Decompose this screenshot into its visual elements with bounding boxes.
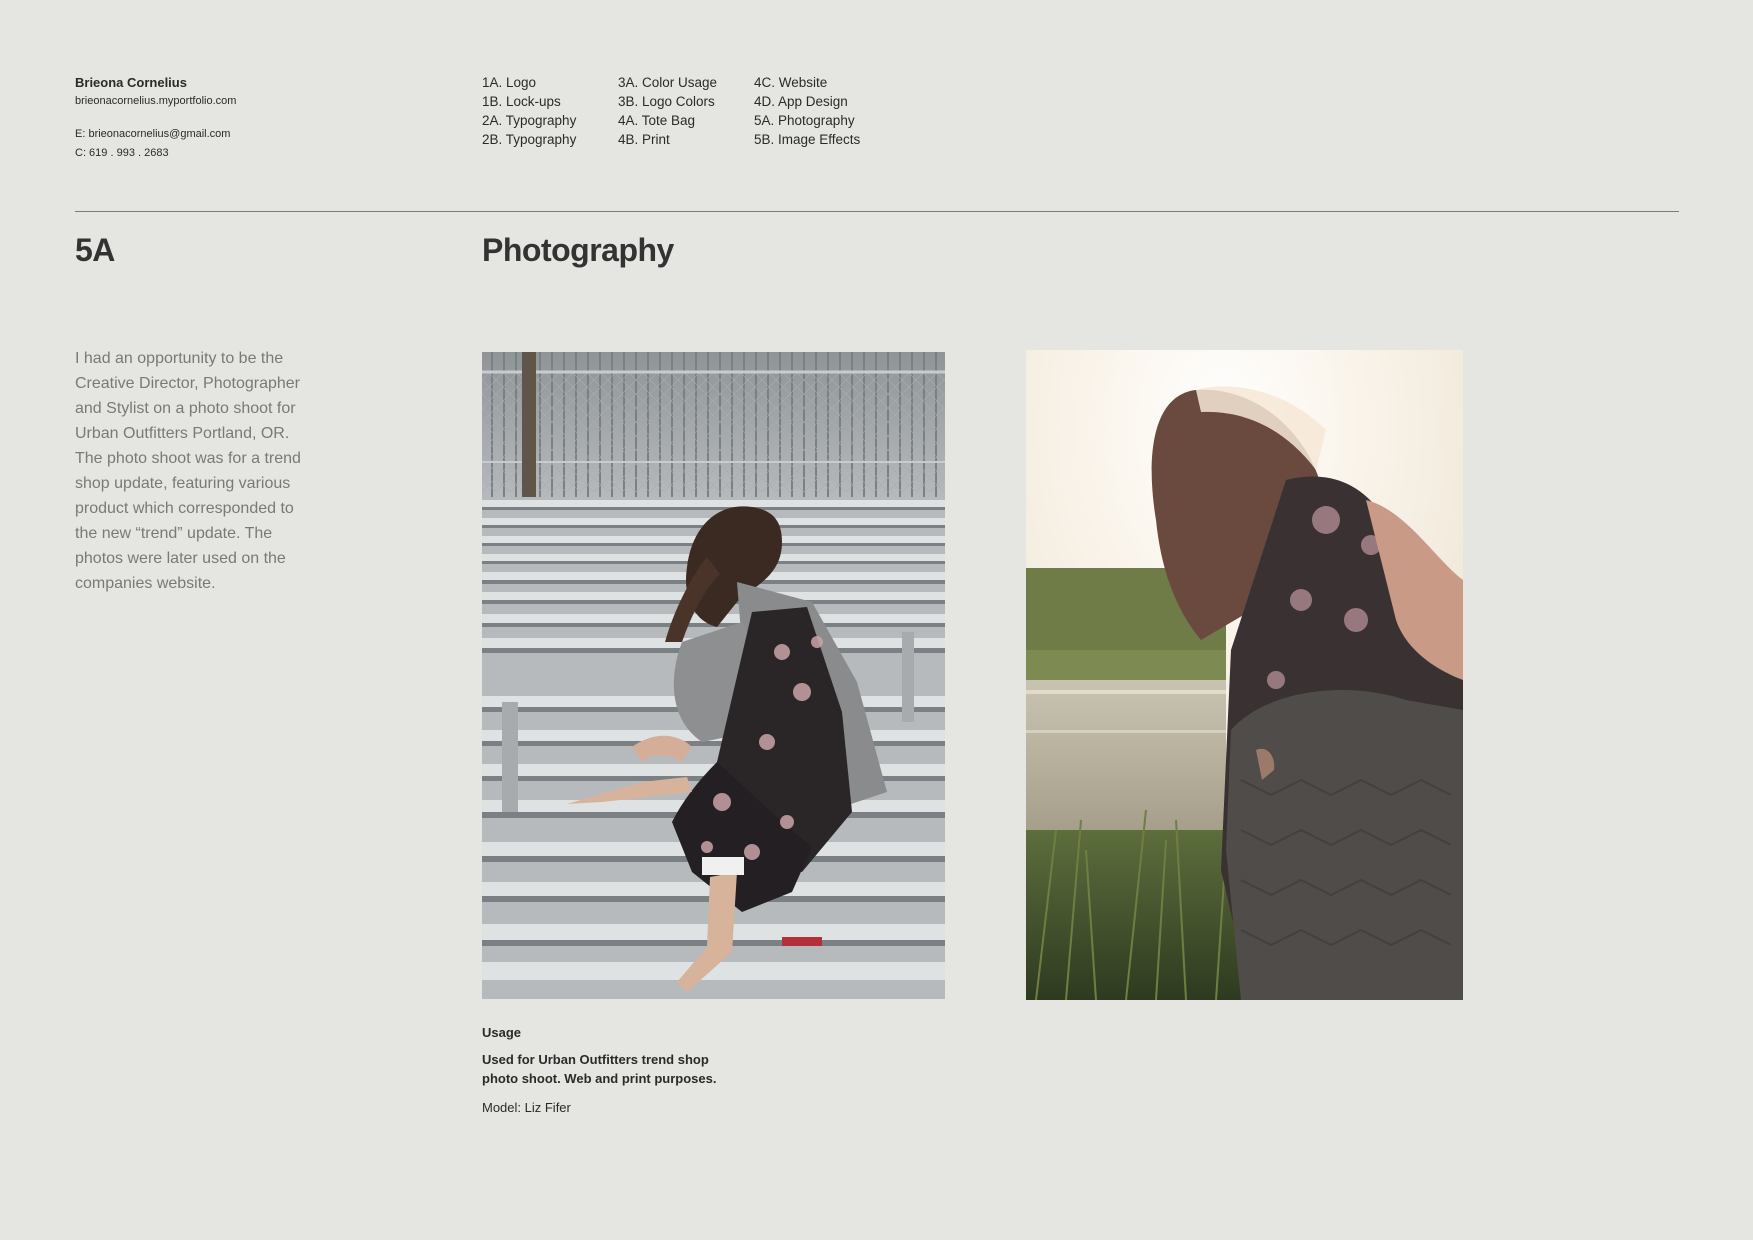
phone-contact: C: 619 . 993 . 2683 bbox=[75, 147, 169, 159]
portfolio-url[interactable]: brieonacornelius.myportfolio.com bbox=[75, 95, 236, 107]
nav-link-4d-app-design[interactable]: 4D. App Design bbox=[754, 94, 860, 109]
model-credit: Model: Liz Fifer bbox=[482, 1100, 571, 1115]
nav-link-3a-color-usage[interactable]: 3A. Color Usage bbox=[618, 75, 717, 90]
nav-link-4b-print[interactable]: 4B. Print bbox=[618, 132, 717, 147]
nav-column-2: 3A. Color Usage 3B. Logo Colors 4A. Tote… bbox=[618, 75, 717, 147]
section-title: Photography bbox=[482, 232, 674, 268]
nav-link-3b-logo-colors[interactable]: 3B. Logo Colors bbox=[618, 94, 717, 109]
email-contact[interactable]: E: brieonacornelius@gmail.com bbox=[75, 128, 230, 140]
nav-column-3: 4C. Website 4D. App Design 5A. Photograp… bbox=[754, 75, 860, 147]
photo-backlit-waterside bbox=[1026, 350, 1463, 1000]
nav-link-2a-typography[interactable]: 2A. Typography bbox=[482, 113, 576, 128]
author-name: Brieona Cornelius bbox=[75, 75, 187, 90]
nav-column-1: 1A. Logo 1B. Lock-ups 2A. Typography 2B.… bbox=[482, 75, 576, 147]
usage-description: Used for Urban Outfitters trend shop pho… bbox=[482, 1052, 717, 1086]
nav-link-2b-typography[interactable]: 2B. Typography bbox=[482, 132, 576, 147]
nav-link-5b-image-effects[interactable]: 5B. Image Effects bbox=[754, 132, 860, 147]
nav-link-1a-logo[interactable]: 1A. Logo bbox=[482, 75, 576, 90]
usage-heading: Usage bbox=[482, 1025, 522, 1040]
nav-link-4c-website[interactable]: 4C. Website bbox=[754, 75, 860, 90]
photo-bleachers bbox=[482, 352, 945, 999]
nav-link-1b-lockups[interactable]: 1B. Lock-ups bbox=[482, 94, 576, 109]
nav-link-4a-tote-bag[interactable]: 4A. Tote Bag bbox=[618, 113, 717, 128]
nav-link-5a-photography[interactable]: 5A. Photography bbox=[754, 113, 860, 128]
header-divider bbox=[75, 211, 1679, 212]
section-number: 5A bbox=[75, 232, 115, 268]
section-description: I had an opportunity to be the Creative … bbox=[75, 350, 301, 592]
